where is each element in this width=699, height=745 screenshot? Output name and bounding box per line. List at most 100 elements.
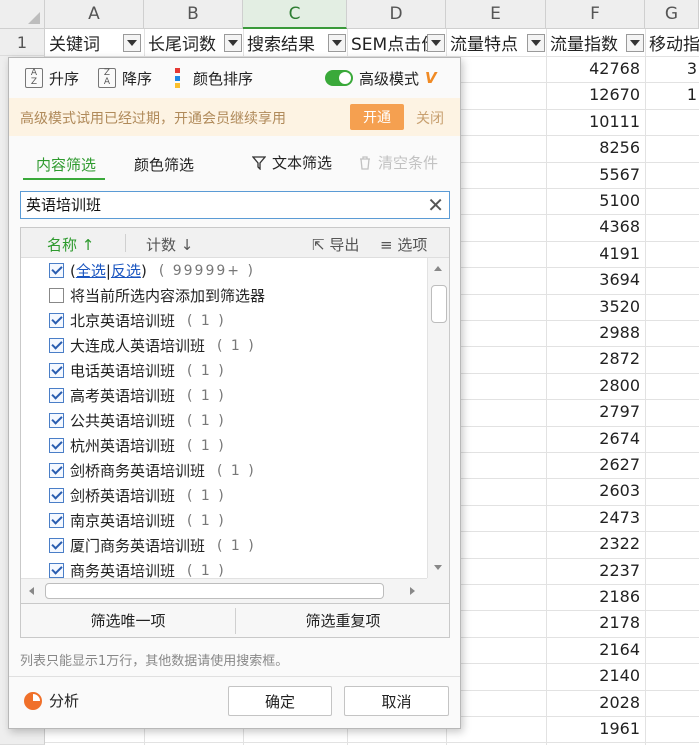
flow-index-cell[interactable]: 5100 <box>546 188 644 214</box>
item-checkbox[interactable] <box>49 538 64 553</box>
close-notice-link[interactable]: 关闭 <box>416 108 444 128</box>
item-checkbox[interactable] <box>49 513 64 528</box>
column-header-a[interactable]: A <box>45 0 144 29</box>
advanced-mode-toggle[interactable]: 高级模式 V <box>325 66 437 90</box>
filter-dropdown-c[interactable] <box>328 34 346 52</box>
flow-index-cell[interactable]: 4191 <box>546 241 644 267</box>
clear-search-icon[interactable]: ✕ <box>427 194 444 216</box>
flow-index-cell[interactable]: 2237 <box>546 558 644 584</box>
scroll-down-icon[interactable] <box>434 565 442 570</box>
mobile-index-cell[interactable]: 1 <box>645 82 699 108</box>
flow-index-cell[interactable]: 2186 <box>546 584 644 610</box>
list-item[interactable]: 厦门商务英语培训班 ( 1 ) <box>49 533 256 558</box>
column-header-f[interactable]: F <box>546 0 645 29</box>
sort-by-count-button[interactable]: 计数 ↓ <box>146 234 193 255</box>
list-item[interactable]: 大连成人英语培训班 ( 1 ) <box>49 333 256 358</box>
flow-index-cell[interactable]: 42768 <box>546 56 644 82</box>
flow-index-cell[interactable]: 3520 <box>546 294 644 320</box>
filter-dropdown-d[interactable] <box>427 34 445 52</box>
filter-dropdown-a[interactable] <box>123 34 141 52</box>
item-checkbox[interactable] <box>49 313 64 328</box>
vertical-scroll-thumb[interactable] <box>431 285 447 323</box>
analysis-button[interactable]: 分析 <box>24 690 79 711</box>
text-filter-button[interactable]: 文本筛选 <box>252 152 332 173</box>
flow-index-cell[interactable]: 4368 <box>546 214 644 240</box>
flow-index-cell[interactable]: 2028 <box>546 690 644 716</box>
flow-index-cell[interactable]: 5567 <box>546 162 644 188</box>
select-all-checkbox[interactable] <box>49 263 64 278</box>
sort-by-name-button[interactable]: 名称 ↑ <box>47 234 94 255</box>
select-all-item[interactable]: ( 全选 | 反选 ) ( 99999+ ) <box>49 258 255 283</box>
flow-index-cell[interactable]: 12670 <box>546 82 644 108</box>
item-checkbox[interactable] <box>49 488 64 503</box>
color-sort-button[interactable]: 颜色排序 <box>175 66 253 90</box>
item-checkbox[interactable] <box>49 338 64 353</box>
header-cell-longtail[interactable]: 长尾词数 <box>144 29 224 56</box>
column-header-c[interactable]: C <box>243 0 347 29</box>
horizontal-scrollbar[interactable] <box>21 578 427 603</box>
flow-index-cell[interactable]: 2473 <box>546 505 644 531</box>
select-all-link[interactable]: 全选 <box>76 260 106 281</box>
list-item[interactable]: 北京英语培训班 ( 1 ) <box>49 308 226 333</box>
header-cell-mobile-index[interactable]: 移动指 <box>645 29 699 56</box>
vertical-scrollbar[interactable] <box>427 258 449 578</box>
flow-index-cell[interactable]: 2797 <box>546 399 644 425</box>
flow-index-cell[interactable]: 2800 <box>546 373 644 399</box>
flow-index-cell[interactable]: 1961 <box>546 716 644 742</box>
flow-index-cell[interactable]: 10111 <box>546 109 644 135</box>
export-button[interactable]: ⇱ 导出 <box>312 234 359 255</box>
flow-index-cell[interactable]: 2872 <box>546 346 644 372</box>
filter-dropdown-b[interactable] <box>224 34 242 52</box>
flow-index-cell[interactable]: 8256 <box>546 135 644 161</box>
flow-index-cell[interactable]: 2322 <box>546 531 644 557</box>
list-item[interactable]: 剑桥英语培训班 ( 1 ) <box>49 483 226 508</box>
cancel-button[interactable]: 取消 <box>344 686 449 716</box>
item-checkbox[interactable] <box>49 388 64 403</box>
horizontal-scroll-thumb[interactable] <box>45 583 384 599</box>
list-item[interactable]: 电话英语培训班 ( 1 ) <box>49 358 226 383</box>
mobile-index-cell[interactable]: 3 <box>645 56 699 82</box>
header-cell-flow-index[interactable]: 流量指数 <box>546 29 626 56</box>
flow-index-cell[interactable]: 2674 <box>546 426 644 452</box>
column-header-g[interactable]: G <box>645 0 699 29</box>
select-all-corner[interactable] <box>0 0 45 29</box>
sort-descending-button[interactable]: ZA 降序 <box>98 66 152 90</box>
ok-button[interactable]: 确定 <box>228 686 332 716</box>
list-item[interactable]: 高考英语培训班 ( 1 ) <box>49 383 226 408</box>
flow-index-cell[interactable]: 2627 <box>546 452 644 478</box>
flow-index-cell[interactable]: 3694 <box>546 267 644 293</box>
filter-unique-button[interactable]: 筛选唯一项 <box>21 604 235 637</box>
list-item[interactable]: 剑桥商务英语培训班 ( 1 ) <box>49 458 256 483</box>
item-checkbox[interactable] <box>49 563 64 578</box>
column-header-b[interactable]: B <box>144 0 243 29</box>
scroll-left-icon[interactable] <box>29 587 34 595</box>
header-cell-sem-price[interactable]: SEM点击价 <box>347 29 427 56</box>
filter-dropdown-f[interactable] <box>626 34 644 52</box>
row-header-1[interactable]: 1 <box>0 29 45 56</box>
list-item[interactable]: 杭州英语培训班 ( 1 ) <box>49 433 226 458</box>
list-item[interactable]: 公共英语培训班 ( 1 ) <box>49 408 226 433</box>
scroll-right-icon[interactable] <box>410 587 415 595</box>
list-item[interactable]: 商务英语培训班 ( 1 ) <box>49 558 226 578</box>
flow-index-cell[interactable]: 2140 <box>546 663 644 689</box>
flow-index-cell[interactable]: 2988 <box>546 320 644 346</box>
filter-duplicate-button[interactable]: 筛选重复项 <box>236 604 450 637</box>
open-membership-button[interactable]: 开通 <box>350 104 404 130</box>
add-to-filter-item[interactable]: 将当前所选内容添加到筛选器 <box>49 283 265 308</box>
flow-index-cell[interactable]: 2178 <box>546 610 644 636</box>
header-cell-search-results[interactable]: 搜索结果 <box>243 29 327 56</box>
tab-color-filter[interactable]: 颜色筛选 <box>134 154 194 175</box>
invert-selection-link[interactable]: 反选 <box>111 260 141 281</box>
tab-content-filter[interactable]: 内容筛选 <box>36 154 96 175</box>
flow-index-cell[interactable]: 2603 <box>546 478 644 504</box>
sort-ascending-button[interactable]: AZ 升序 <box>25 66 79 90</box>
add-to-filter-checkbox[interactable] <box>49 288 64 303</box>
item-checkbox[interactable] <box>49 463 64 478</box>
clear-conditions-button[interactable]: 清空条件 <box>358 152 438 173</box>
column-header-e[interactable]: E <box>446 0 546 29</box>
scroll-up-icon[interactable] <box>434 266 442 271</box>
item-checkbox[interactable] <box>49 413 64 428</box>
filter-dropdown-e[interactable] <box>527 34 545 52</box>
options-button[interactable]: ≡ 选项 <box>380 234 427 255</box>
list-item[interactable]: 南京英语培训班 ( 1 ) <box>49 508 226 533</box>
